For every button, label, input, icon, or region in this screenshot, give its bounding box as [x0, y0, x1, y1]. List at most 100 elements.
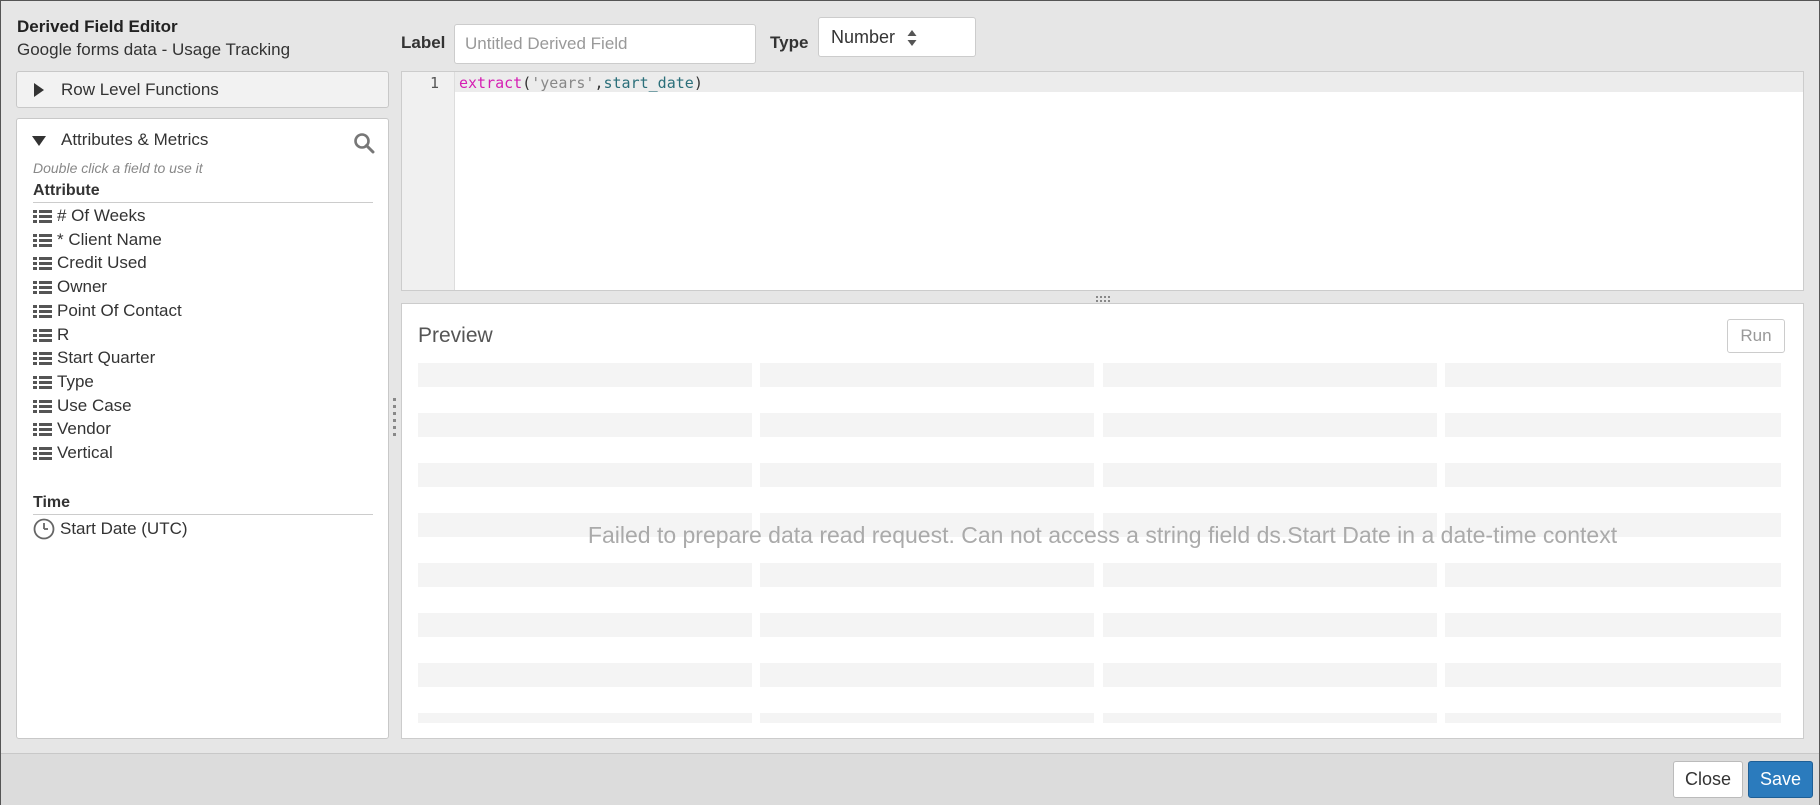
skeleton-cell	[760, 613, 1094, 637]
attribute-item[interactable]: * Client Name	[33, 229, 162, 251]
close-button[interactable]: Close	[1673, 761, 1743, 798]
skeleton-cell	[1445, 463, 1781, 487]
list-icon	[33, 209, 52, 224]
attribute-label: # Of Weeks	[57, 206, 146, 225]
code-string-arg: 'years'	[531, 74, 595, 92]
skeleton-cell	[1103, 613, 1437, 637]
attributes-metrics-panel: Attributes & Metrics Double click a fiel…	[16, 118, 389, 739]
code-comma: ,	[594, 74, 604, 92]
sort-arrows-icon	[907, 30, 917, 46]
code-editor[interactable]: 1 extract('years',start_date)	[401, 71, 1804, 291]
skeleton-cell	[1103, 463, 1437, 487]
skeleton-cell	[760, 663, 1094, 687]
skeleton-cell	[760, 563, 1094, 587]
attribute-label: Start Quarter	[57, 348, 156, 367]
search-icon[interactable]	[353, 132, 375, 154]
attribute-item[interactable]: Point Of Contact	[33, 300, 182, 322]
row-level-functions-label: Row Level Functions	[61, 80, 219, 99]
attribute-item[interactable]: # Of Weeks	[33, 205, 146, 227]
skeleton-cell	[1103, 563, 1437, 587]
list-icon	[33, 351, 52, 366]
skeleton-cell	[418, 563, 752, 587]
skeleton-cell	[1103, 663, 1437, 687]
code-function: extract	[459, 74, 523, 92]
usage-hint: Double click a field to use it	[33, 160, 203, 176]
label-input[interactable]	[454, 24, 756, 64]
list-icon	[33, 256, 52, 271]
type-caption: Type	[770, 33, 809, 52]
skeleton-cell	[1445, 613, 1781, 637]
type-value: Number	[831, 27, 896, 47]
skeleton-cell	[1445, 663, 1781, 687]
attribute-item[interactable]: Vendor	[33, 418, 111, 440]
skeleton-cell	[1445, 713, 1781, 723]
code-open-paren: (	[522, 74, 532, 92]
attribute-item[interactable]: Use Case	[33, 395, 132, 417]
list-icon	[33, 446, 52, 461]
attribute-label: Type	[57, 372, 94, 391]
attribute-label: Point Of Contact	[57, 301, 182, 320]
attribute-section-header: Attribute	[33, 182, 373, 203]
skeleton-cell	[1103, 413, 1437, 437]
attribute-item[interactable]: R	[33, 324, 69, 346]
attribute-label: Credit Used	[57, 253, 147, 272]
skeleton-cell	[760, 463, 1094, 487]
list-icon	[33, 328, 52, 343]
time-section-header: Time	[33, 494, 373, 515]
preview-error-message: Failed to prepare data read request. Can…	[587, 522, 1618, 548]
skeleton-cell	[1103, 713, 1437, 723]
label-caption: Label	[401, 33, 446, 52]
skeleton-cell	[1103, 363, 1437, 387]
skeleton-cell	[418, 463, 752, 487]
attribute-item[interactable]: Type	[33, 371, 94, 393]
dialog-footer: Close Save	[1, 753, 1819, 805]
line-gutter: 1	[402, 72, 455, 290]
skeleton-cell	[1445, 563, 1781, 587]
attribute-label: Vertical	[57, 443, 113, 462]
dataset-name: Google forms data - Usage Tracking	[17, 40, 291, 59]
skeleton-cell	[760, 413, 1094, 437]
skeleton-cell	[418, 363, 752, 387]
skeleton-cell	[1445, 413, 1781, 437]
preview-panel: Preview Run Failed to prepare data read …	[401, 303, 1804, 739]
list-icon	[33, 399, 52, 414]
skeleton-cell	[418, 413, 752, 437]
attribute-label: Use Case	[57, 396, 132, 415]
attribute-item[interactable]: Vertical	[33, 442, 113, 464]
list-icon	[33, 304, 52, 319]
attribute-label: Owner	[57, 277, 108, 296]
code-line[interactable]: extract('years',start_date)	[459, 74, 703, 92]
attribute-label: R	[57, 325, 70, 344]
code-field-arg: start_date	[603, 74, 694, 92]
attribute-item[interactable]: Owner	[33, 276, 107, 298]
caret-right-icon	[34, 83, 44, 97]
left-panel: Derived Field Editor Google forms data -…	[16, 1, 389, 741]
list-icon	[33, 280, 52, 295]
skeleton-cell	[1445, 363, 1781, 387]
caret-down-icon[interactable]	[32, 136, 46, 146]
skeleton-cell	[760, 363, 1094, 387]
field-start-date[interactable]: Start Date (UTC)	[33, 518, 188, 540]
save-button[interactable]: Save	[1748, 761, 1813, 798]
attribute-label: Vendor	[57, 419, 111, 438]
list-icon	[33, 422, 52, 437]
skeleton-cell	[418, 713, 752, 723]
type-select[interactable]: Number	[818, 17, 976, 57]
clock-icon	[33, 518, 55, 540]
attribute-item[interactable]: Credit Used	[33, 252, 147, 274]
row-level-functions-toggle[interactable]: Row Level Functions	[16, 71, 389, 108]
attributes-metrics-heading[interactable]: Attributes & Metrics	[61, 130, 208, 150]
code-close-paren: )	[693, 74, 703, 92]
skeleton-cell	[418, 663, 752, 687]
list-icon	[33, 233, 52, 248]
field-label: Start Date (UTC)	[60, 519, 188, 538]
preview-title: Preview	[418, 324, 493, 347]
horizontal-resize-handle[interactable]	[1095, 295, 1111, 306]
attribute-label: * Client Name	[57, 230, 162, 249]
line-number: 1	[429, 74, 439, 92]
dialog-title: Derived Field Editor	[17, 17, 178, 36]
attribute-item[interactable]: Start Quarter	[33, 347, 155, 369]
vertical-resize-handle[interactable]	[391, 396, 399, 436]
run-button[interactable]: Run	[1727, 319, 1785, 353]
skeleton-cell	[760, 713, 1094, 723]
